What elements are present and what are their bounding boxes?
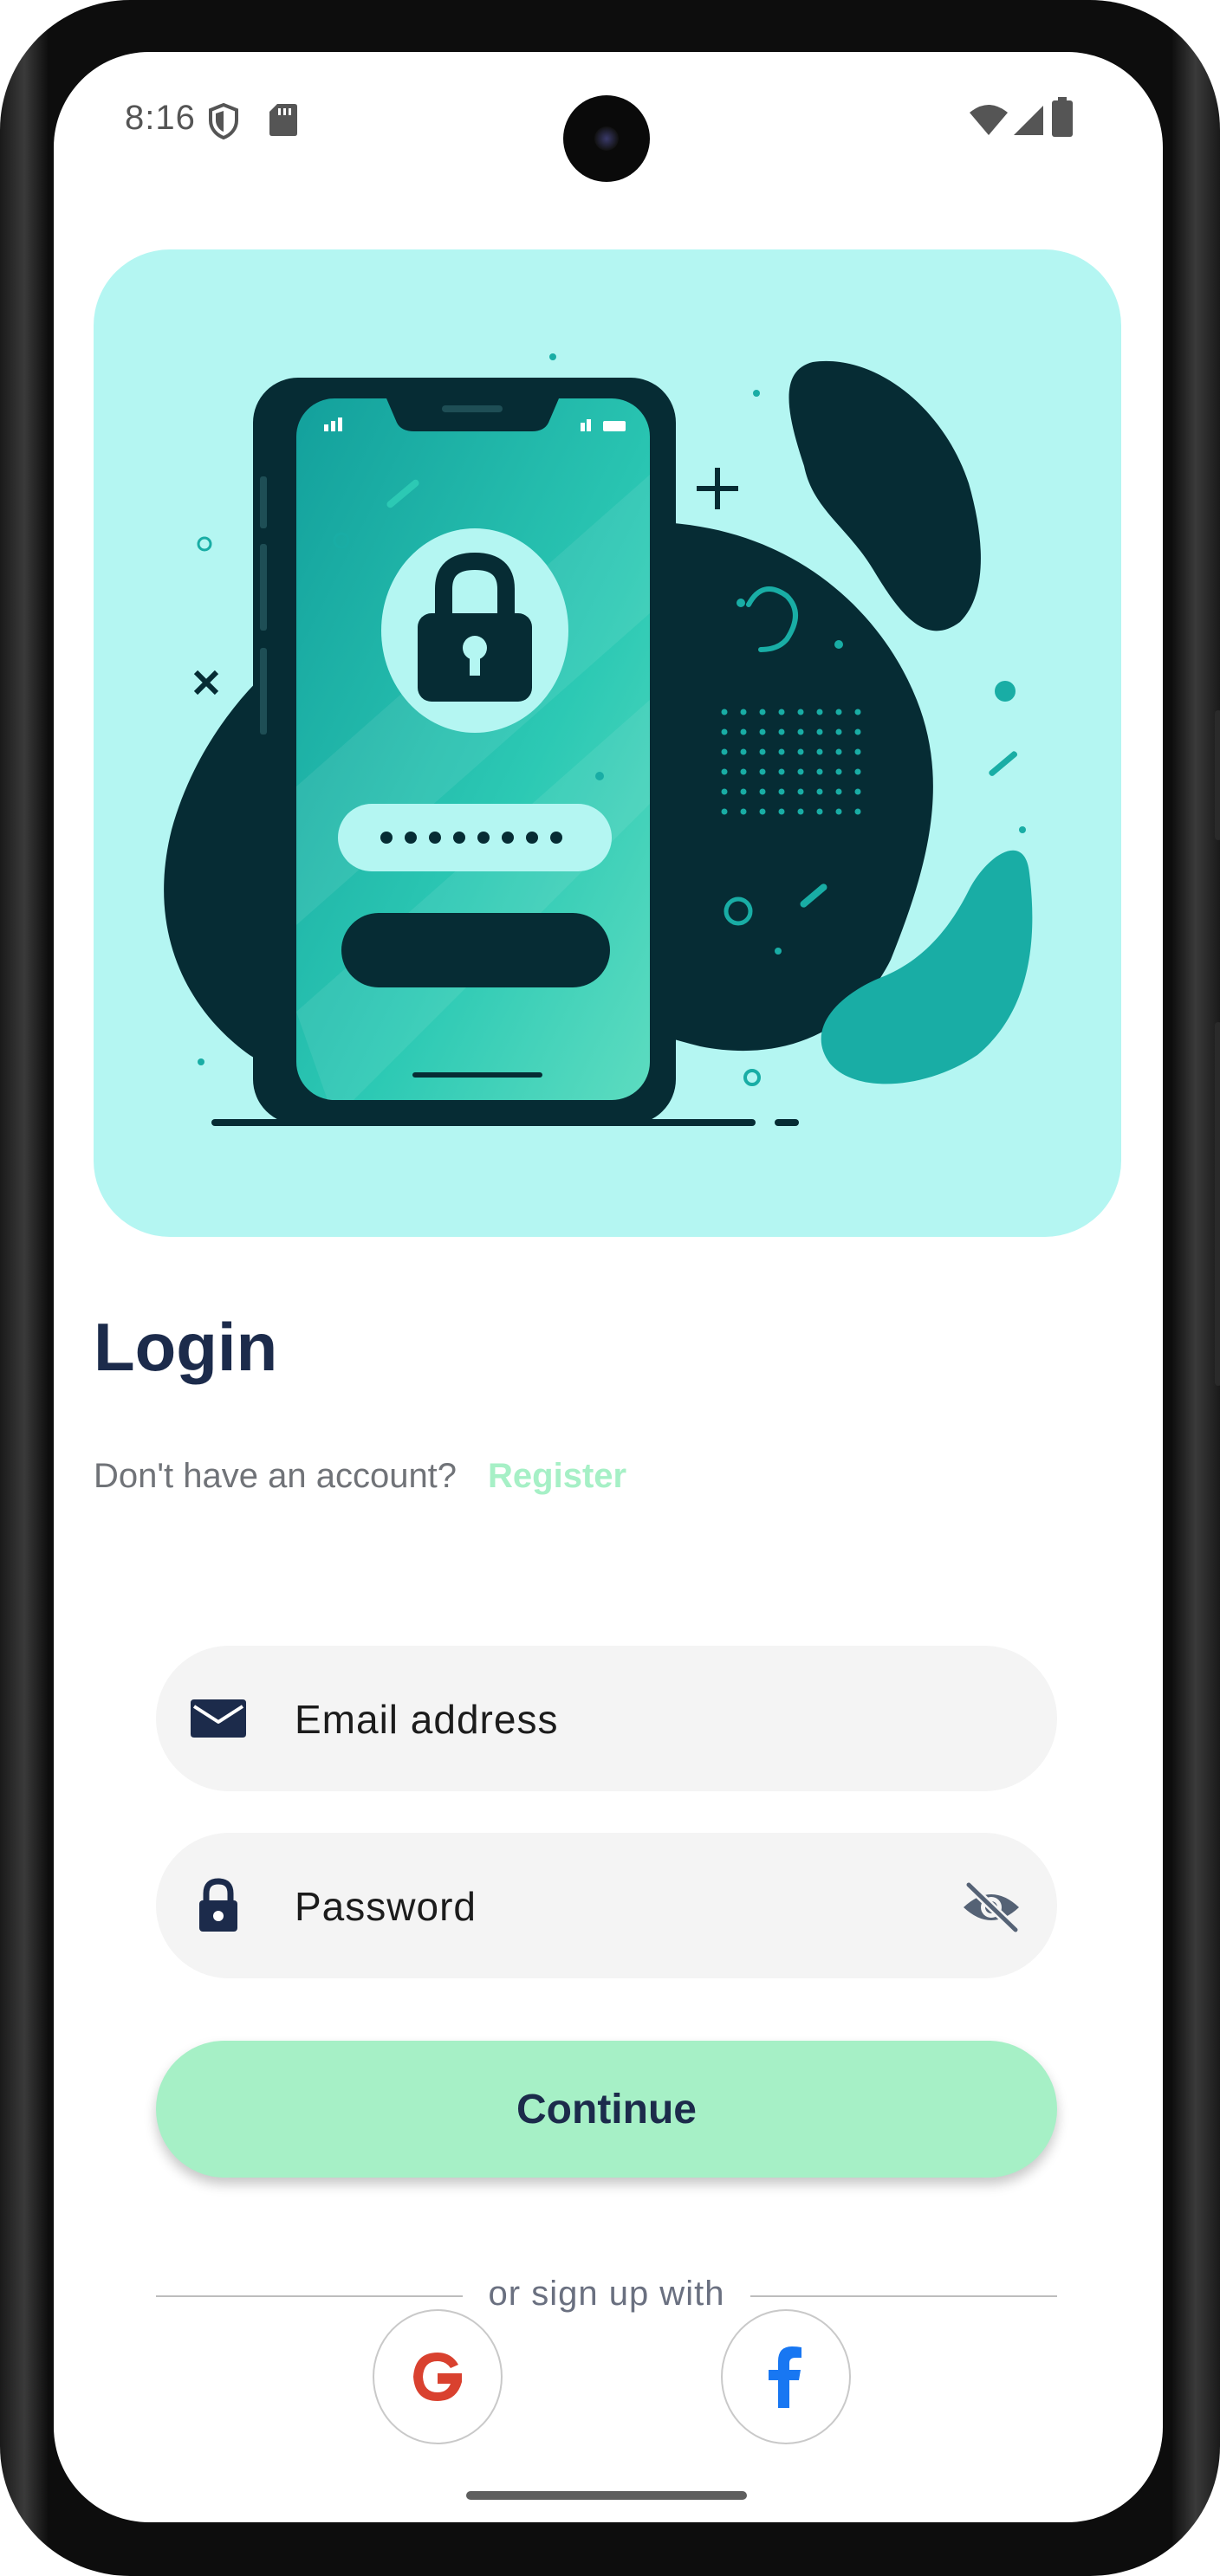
email-field[interactable]: [156, 1646, 1057, 1791]
front-camera: [563, 95, 650, 182]
phone-frame: 8:16 Login Don't have an account? Regist…: [0, 0, 1220, 2576]
google-signup-button[interactable]: [373, 2309, 503, 2444]
password-field[interactable]: [156, 1833, 1057, 1978]
facebook-signup-button[interactable]: [721, 2309, 851, 2444]
phone-lock-illustration: [164, 353, 1033, 1126]
register-link[interactable]: Register: [488, 1457, 626, 1495]
power-button: [1215, 710, 1220, 840]
register-prompt: Don't have an account? Register: [94, 1457, 626, 1496]
status-time: 8:16: [125, 99, 196, 137]
email-input[interactable]: [293, 1680, 903, 1758]
sd-card-icon: [269, 104, 297, 136]
google-icon: [413, 2353, 462, 2401]
envelope-icon: [191, 1699, 246, 1738]
screen: 8:16 Login Don't have an account? Regist…: [54, 52, 1163, 2522]
password-input[interactable]: [293, 1867, 903, 1945]
page-title: Login: [94, 1309, 278, 1385]
divider-text: or sign up with: [488, 2275, 725, 2313]
wifi-icon: [970, 105, 1008, 135]
shield-icon: [209, 102, 238, 140]
lock-icon: [199, 1878, 237, 1932]
volume-button: [1215, 1022, 1220, 1386]
cell-signal-icon: [1014, 106, 1043, 135]
divider-line-right: [750, 2295, 1057, 2297]
continue-button[interactable]: Continue: [156, 2041, 1057, 2178]
no-account-text: Don't have an account?: [94, 1457, 458, 1495]
battery-icon: [1052, 97, 1073, 137]
facebook-icon: [769, 2346, 801, 2408]
hero-illustration: [94, 249, 1121, 1237]
status-bar: 8:16: [54, 52, 1163, 191]
eye-off-icon[interactable]: [960, 1880, 1022, 1935]
home-indicator[interactable]: [466, 2491, 747, 2500]
social-divider: or sign up with: [156, 2275, 1057, 2318]
